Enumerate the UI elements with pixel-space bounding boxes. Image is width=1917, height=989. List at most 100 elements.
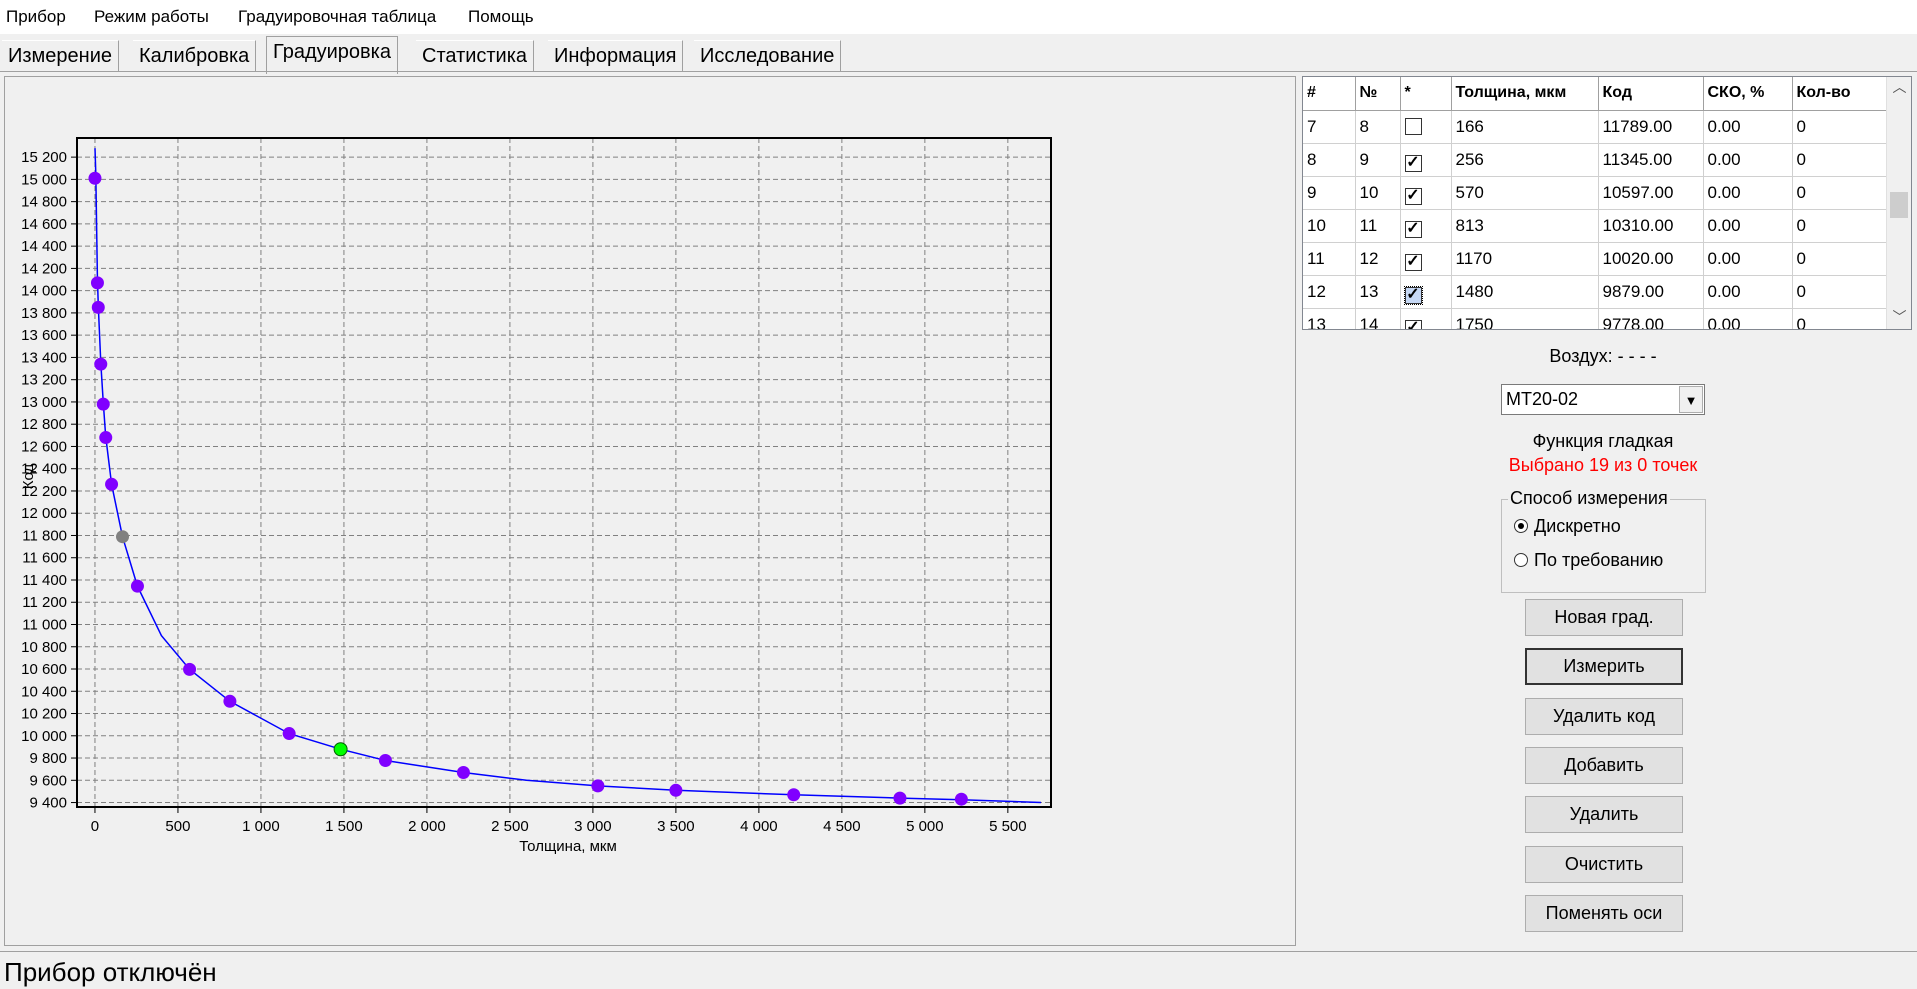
data-point[interactable] [88,171,102,185]
checkbox-checked-icon[interactable]: ✓ [1403,285,1423,305]
data-point[interactable] [116,530,130,544]
table-row[interactable]: 8 9 ✓ 256 11345.00 0.00 0 [1303,143,1889,177]
table-cell: 166 [1451,110,1599,144]
checkbox-checked-icon[interactable]: ✓ [1404,154,1422,172]
data-point[interactable] [94,357,108,371]
x-tick-label: 5 000 [906,818,944,835]
table-cell: 8 [1303,143,1356,177]
data-point[interactable] [99,431,113,445]
y-tick-label: 13 600 [21,327,67,344]
x-tick-label: 0 [91,818,99,835]
tab-information[interactable]: Информация [548,40,684,72]
table-header-0[interactable]: # [1303,77,1356,111]
tab-calibration[interactable]: Калибровка [133,40,257,72]
checkbox-checked-icon[interactable]: ✓ [1404,187,1422,205]
table-header-2[interactable]: * [1400,77,1452,111]
probe-select[interactable]: МТ20-02 ▼ [1501,384,1705,415]
scroll-thumb[interactable] [1890,192,1908,218]
table-cell: 0 [1792,176,1889,210]
row-include-checkbox[interactable]: ✓ [1400,275,1452,309]
table-cell: 9879.00 [1598,275,1704,309]
y-tick-label: 10 600 [21,661,67,678]
data-point[interactable] [96,397,110,411]
y-tick-label: 9 800 [29,750,67,767]
table-row[interactable]: 11 12 ✓ 1170 10020.00 0.00 0 [1303,242,1889,276]
y-tick-label: 12 600 [21,438,67,455]
y-tick-label: 11 600 [22,550,67,567]
table-row[interactable]: 7 8 166 11789.00 0.00 0 [1303,110,1889,144]
table-cell: 1480 [1451,275,1599,309]
x-tick-label: 4 500 [823,818,861,835]
calibration-chart[interactable]: 0 500 1 000 1 500 2 000 2 500 3 000 3 500 4 000 4… [5,77,1295,945]
table-row[interactable]: 9 10 ✓ 570 10597.00 0.00 0 [1303,176,1889,210]
table-header-3[interactable]: Толщина, мкм [1451,77,1599,111]
delete-code-button[interactable]: Удалить код [1525,698,1683,735]
table-scrollbar[interactable]: ︿ ﹀ [1886,77,1911,329]
table-cell: 0 [1792,209,1889,243]
new-graduation-button[interactable]: Новая град. [1525,599,1683,636]
checkbox-checked-icon[interactable]: ✓ [1404,319,1422,329]
row-include-checkbox[interactable]: ✓ [1400,209,1452,243]
scroll-down-icon[interactable]: ﹀ [1887,307,1911,329]
row-include-checkbox[interactable]: ✓ [1400,176,1452,210]
data-point[interactable] [183,662,197,676]
calibration-grid[interactable]: # № * Толщина, мкм Код СКО, % Кол-во 7 8 166 1178… [1302,76,1912,330]
table-header-5[interactable]: СКО, % [1703,77,1793,111]
radio-on-demand-label: По требованию [1534,550,1664,570]
data-point[interactable] [90,276,104,290]
data-point[interactable] [105,477,119,491]
menu-mode[interactable]: Режим работы [94,7,209,27]
data-point[interactable] [130,579,144,593]
radio-on-demand[interactable]: По требованию [1514,550,1663,571]
table-cell: 11 [1355,209,1401,243]
table-cell: 10020.00 [1598,242,1704,276]
y-tick-label: 13 000 [21,394,67,411]
menu-help[interactable]: Помощь [468,7,534,27]
row-include-checkbox[interactable]: ✓ [1400,143,1452,177]
data-point[interactable] [91,300,105,314]
table-row[interactable]: 10 11 ✓ 813 10310.00 0.00 0 [1303,209,1889,243]
data-point[interactable] [893,791,907,805]
tab-statistics[interactable]: Статистика [416,40,535,72]
row-include-checkbox[interactable]: ✓ [1400,242,1452,276]
data-point[interactable] [456,766,470,780]
radio-discrete[interactable]: Дискретно [1514,516,1621,537]
table-header-4[interactable]: Код [1598,77,1704,111]
table-cell: 0 [1792,110,1889,144]
data-point[interactable] [954,792,968,806]
clear-button[interactable]: Очистить [1525,846,1683,883]
tab-graduation[interactable]: Градуировка [266,36,398,74]
data-point[interactable] [282,727,296,741]
scroll-up-icon[interactable]: ︿ [1887,77,1911,99]
checkbox-unchecked-icon[interactable] [1404,117,1422,135]
checkbox-checked-icon[interactable]: ✓ [1404,220,1422,238]
data-point[interactable] [787,788,801,802]
table-row[interactable]: 13 14 ✓ 1750 9778.00 0.00 0 [1303,308,1889,329]
table-header-1[interactable]: № [1355,77,1401,111]
swap-axes-button[interactable]: Поменять оси [1525,895,1683,932]
table-cell: 14 [1355,308,1401,329]
chevron-down-icon[interactable]: ▼ [1679,386,1703,413]
data-point[interactable] [333,742,348,757]
tab-measurement[interactable]: Измерение [2,40,120,72]
table-cell: 11345.00 [1598,143,1704,177]
row-include-checkbox[interactable]: ✓ [1400,308,1452,329]
row-include-checkbox[interactable] [1400,110,1452,144]
data-point[interactable] [669,783,683,797]
table-row[interactable]: 12 13 ✓ 1480 9879.00 0.00 0 [1303,275,1889,309]
measure-button[interactable]: Измерить [1525,648,1683,685]
menu-device[interactable]: Прибор [6,7,66,27]
add-button[interactable]: Добавить [1525,747,1683,784]
data-point[interactable] [223,694,237,708]
data-point[interactable] [378,753,392,767]
table-cell: 0.00 [1703,110,1793,144]
plot-area[interactable] [76,137,1052,808]
table-cell: 0.00 [1703,242,1793,276]
table-cell: 13 [1303,308,1356,329]
tab-research[interactable]: Исследование [694,40,842,72]
menu-calibration-table[interactable]: Градуировочная таблица [238,7,436,27]
table-header-6[interactable]: Кол-во [1792,77,1889,111]
delete-button[interactable]: Удалить [1525,796,1683,833]
checkbox-checked-icon[interactable]: ✓ [1404,253,1422,271]
data-point[interactable] [591,779,605,793]
